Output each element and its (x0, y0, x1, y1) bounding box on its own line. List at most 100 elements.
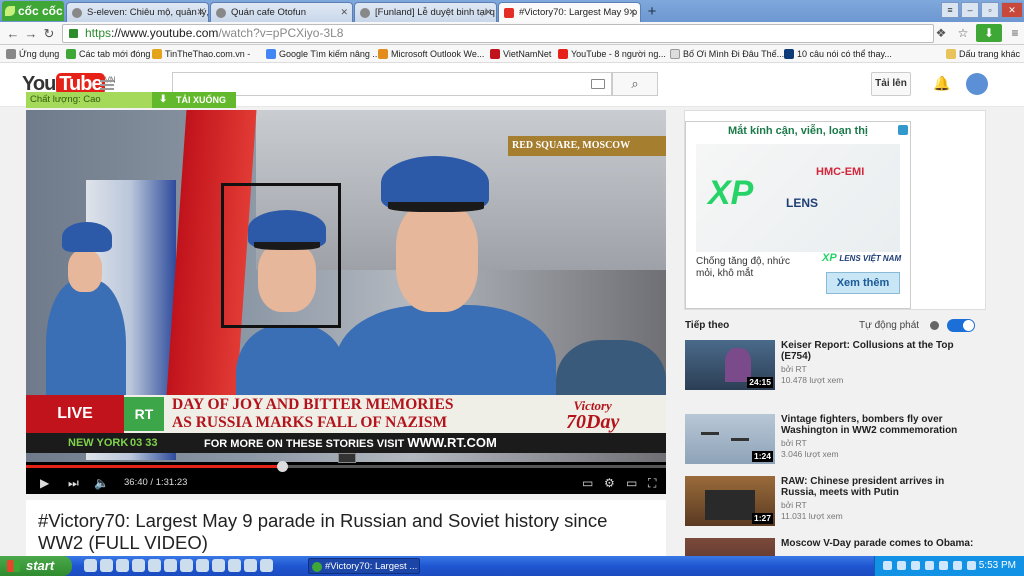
bookmark-google[interactable]: Google Tìm kiếm nâng ... (266, 47, 380, 61)
tab-label: [Funland] Lễ duyệt binh tại q (375, 7, 495, 18)
reload-icon[interactable]: ↻ (40, 25, 58, 42)
next-icon[interactable]: ⏭ (68, 472, 79, 494)
app-icon[interactable] (132, 559, 145, 572)
list-item[interactable]: Moscow V-Day parade comes to Obama: (685, 538, 985, 556)
settings-gear-icon[interactable]: ⚙ (604, 472, 615, 494)
fullscreen-icon[interactable]: ⛶ (648, 472, 656, 494)
autoplay-info-icon[interactable] (930, 321, 939, 330)
bookmark-vietnamnet[interactable]: VietNamNet (490, 47, 551, 61)
coccoc-logo[interactable]: cốc cốc (2, 1, 64, 21)
video-thumbnail[interactable] (685, 538, 775, 556)
settings-icon[interactable]: ≡ (1006, 24, 1024, 42)
tray-icon[interactable] (911, 561, 920, 570)
ad-cta-button[interactable]: Xem thêm (826, 272, 900, 294)
tray-icon[interactable] (897, 561, 906, 570)
video-thumbnail[interactable]: 1:27 (685, 476, 775, 526)
close-tab-icon[interactable]: ✕ (628, 3, 636, 22)
close-tab-icon[interactable]: ✕ (484, 3, 492, 22)
time-total: / 1:31:23 (150, 477, 188, 488)
search-input[interactable] (172, 72, 612, 96)
video-title-link[interactable]: RAW: Chinese president arrives in Russia… (781, 476, 981, 498)
ad-info-icon[interactable] (898, 125, 908, 135)
upload-button[interactable]: Tải lên (871, 72, 911, 96)
menu-icon[interactable]: ≡ (941, 2, 959, 18)
video-annotation-icon[interactable] (338, 453, 356, 463)
quality-label[interactable]: Chất lượng: Cao (26, 92, 152, 108)
progress-bar[interactable] (26, 461, 666, 472)
tab-funland[interactable]: [Funland] Lễ duyệt binh tại q ✕ (354, 2, 497, 22)
close-tab-icon[interactable]: ✕ (340, 3, 348, 22)
back-icon[interactable]: ← (4, 25, 22, 42)
video-title-link[interactable]: Moscow V-Day parade comes to Obama: (781, 538, 981, 549)
explorer-icon[interactable] (100, 559, 113, 572)
firefox-icon[interactable] (244, 559, 257, 572)
notifications-bell-icon[interactable]: 🔔 (933, 75, 950, 93)
video-title-link[interactable]: Vintage fighters, bombers fly over Washi… (781, 414, 981, 436)
live-badge: LIVE (26, 395, 124, 433)
video-title-link[interactable]: Keiser Report: Collusions at the Top (E7… (781, 340, 981, 362)
app-icon[interactable] (148, 559, 161, 572)
sidebar-ad[interactable]: Mắt kính cận, viễn, loạn thị HMC-EMI XP … (684, 110, 986, 310)
app-icon[interactable] (164, 559, 177, 572)
minimize-icon[interactable]: – (961, 2, 979, 18)
close-tab-icon[interactable]: ✕ (196, 3, 204, 22)
chrome-icon[interactable] (228, 559, 241, 572)
list-item[interactable]: 1:27 RAW: Chinese president arrives in R… (685, 476, 985, 534)
bookmark-other[interactable]: Dấu trang khác (946, 47, 1020, 61)
autoplay-toggle[interactable] (947, 319, 975, 332)
tab-otofun[interactable]: Quán cafe Otofun ✕ (210, 2, 353, 22)
volume-icon[interactable]: 🔈 (94, 472, 109, 494)
subtitles-icon[interactable]: ▭ (582, 472, 593, 494)
download-icon[interactable]: ⬇ (976, 24, 1002, 42)
bookmark-youtube[interactable]: YouTube - 8 người ng... (558, 47, 666, 61)
list-item[interactable]: 1:24 Vintage fighters, bombers fly over … (685, 414, 985, 472)
volume-tray-icon[interactable] (967, 561, 976, 570)
keyboard-icon[interactable] (591, 79, 605, 89)
address-bar[interactable]: https://www.youtube.com/watch?v=pPCXiyo-… (62, 24, 934, 43)
app-icon[interactable] (196, 559, 209, 572)
video-thumbnail[interactable]: 24:15 (685, 340, 775, 390)
app-icon[interactable] (180, 559, 193, 572)
maximize-icon[interactable]: ▫ (981, 2, 999, 18)
guide-menu-icon[interactable] (100, 80, 114, 90)
avatar[interactable] (966, 73, 988, 95)
progress-scrubber[interactable] (277, 461, 288, 472)
tray-icon[interactable] (925, 561, 934, 570)
play-icon[interactable]: ▶ (40, 472, 49, 494)
tray-icon[interactable] (939, 561, 948, 570)
list-item[interactable]: 24:15 Keiser Report: Collusions at the T… (685, 340, 985, 398)
forward-icon[interactable]: → (22, 25, 40, 42)
tab-seleven[interactable]: S-eleven: Chiêu mộ, quản lý, ✕ (66, 2, 209, 22)
thumb-people (705, 490, 755, 520)
bookmark-10-cau-noi[interactable]: 10 câu nói có thể thay... (784, 47, 892, 61)
theater-mode-icon[interactable]: ▭ (626, 472, 637, 494)
download-video-button[interactable]: TẢI XUỐNG (152, 92, 236, 108)
channel-name: bởi RT (781, 364, 807, 374)
bookmark-apps[interactable]: Ứng dụng (6, 47, 59, 61)
video-player[interactable]: RED SQUARE, MOSCOW LIVE RT DAY OF JOY AN… (26, 110, 666, 494)
close-window-icon[interactable]: ✕ (1001, 2, 1023, 18)
search-button[interactable]: ⌕ (612, 72, 658, 96)
new-tab-button[interactable]: + (643, 3, 661, 20)
ie-icon[interactable] (84, 559, 97, 572)
video-frame[interactable]: RED SQUARE, MOSCOW LIVE RT DAY OF JOY AN… (26, 110, 666, 462)
video-thumbnail[interactable]: 1:24 (685, 414, 775, 464)
bookmark-recent-tabs[interactable]: Các tab mới đóng (66, 47, 150, 61)
bookmark-label: VietNamNet (503, 49, 552, 59)
app-icon[interactable] (116, 559, 129, 572)
app-icon[interactable] (212, 559, 225, 572)
app-icon[interactable] (260, 559, 273, 572)
clock[interactable]: 5:53 PM (979, 556, 1016, 576)
bookmark-outlook[interactable]: Microsoft Outlook We... (378, 47, 484, 61)
bookmark-tinthethao[interactable]: TinTheThao.com.vn - (152, 47, 250, 61)
adblock-icon[interactable]: ❖ (932, 24, 950, 42)
bookmark-bo-oi[interactable]: Bố Ơi Mình Đi Đâu Thế... (670, 47, 784, 61)
tab-victory70[interactable]: #Victory70: Largest May 9 p ✕ (498, 2, 641, 22)
star-icon[interactable]: ☆ (954, 24, 972, 42)
tray-icon[interactable] (883, 561, 892, 570)
network-icon[interactable] (953, 561, 962, 570)
start-button[interactable]: start (0, 556, 72, 576)
ad-headline: Mắt kính cận, viễn, loạn thị (686, 122, 910, 140)
bookmark-label: Các tab mới đóng (79, 49, 151, 59)
taskbar-window-button[interactable]: #Victory70: Largest ... (308, 558, 420, 574)
